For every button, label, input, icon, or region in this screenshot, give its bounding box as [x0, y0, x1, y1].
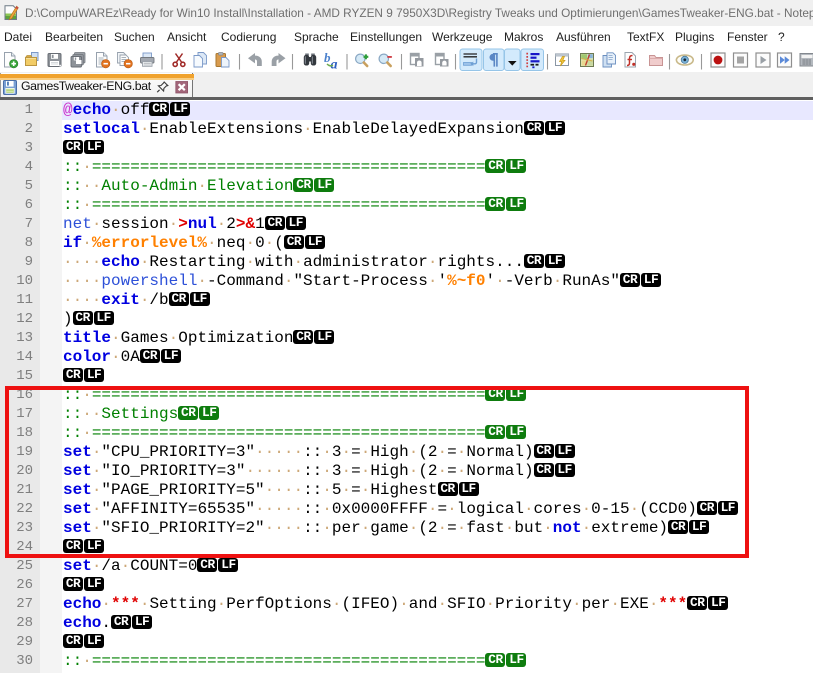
svg-text:a: a — [331, 58, 338, 73]
